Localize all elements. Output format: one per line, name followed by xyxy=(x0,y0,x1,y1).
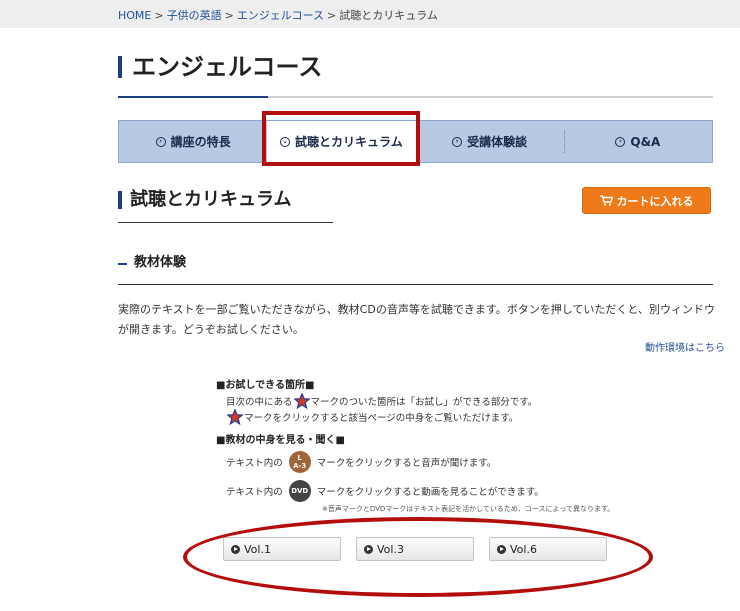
guide-heading-trial: ■お試しできる箇所■ xyxy=(216,380,315,391)
subsection-title: 教材体験 xyxy=(118,254,186,272)
audio-mark-letter: L xyxy=(297,454,302,462)
subsection-divider xyxy=(118,284,713,285)
dvd-mark-icon: DVD xyxy=(288,480,311,502)
guide-line-dvd: テキスト内の DVD マークをクリックすると動画を見ることができます。 xyxy=(226,480,544,502)
breadcrumb-separator: > xyxy=(224,9,234,22)
trial-star-icon xyxy=(227,409,243,425)
breadcrumb-angel-course-link[interactable]: エンジェルコース xyxy=(237,9,324,22)
add-to-cart-label: カートに入れる xyxy=(616,194,694,208)
page-title: エンジェルコース xyxy=(118,52,322,82)
tab-label: 受講体験談 xyxy=(467,135,528,149)
guide-text: マークをクリックすると音声が聞けます。 xyxy=(316,458,497,469)
guide-heading-contents: ■教材の中身を見る・聞く■ xyxy=(216,435,345,446)
tab-label: Q&A xyxy=(630,134,661,149)
guide-line-trial-mark: 目次の中にある マークのついた箇所は「お試し」ができる部分です。 xyxy=(226,393,537,409)
cart-icon xyxy=(599,195,613,206)
breadcrumb-separator: > xyxy=(154,9,164,22)
tab-testimonials[interactable]: › 受講体験談 xyxy=(416,121,564,162)
circle-arrow-right-icon: › xyxy=(452,136,463,147)
breadcrumb-home-link[interactable]: HOME xyxy=(118,9,151,22)
audio-mark-code: A-3 xyxy=(293,462,307,470)
tab-faq[interactable]: › Q&A xyxy=(563,121,712,162)
trial-star-icon xyxy=(293,393,310,409)
breadcrumb-current: 試聴とカリキュラム xyxy=(339,9,438,22)
guide-text: マークをクリックすると該当ページの中身をご覧いただけます。 xyxy=(244,413,519,424)
guide-text: マークをクリックすると動画を見ることができます。 xyxy=(316,487,544,498)
title-divider xyxy=(118,96,713,98)
breadcrumb: HOME > 子供の英語 > エンジェルコース > 試聴とカリキュラム xyxy=(118,7,438,23)
title-divider-accent xyxy=(118,96,268,98)
section-title: 試聴とカリキュラム xyxy=(118,186,291,214)
tab-label: 講座の特長 xyxy=(170,135,231,149)
volume-buttons-highlight-ellipse xyxy=(183,517,653,597)
subsection-header: 教材体験 xyxy=(118,254,713,286)
guide-text: マークのついた箇所は「お試し」ができる部分です。 xyxy=(310,397,538,408)
section-divider xyxy=(118,222,333,223)
guide-text: テキスト内の xyxy=(226,487,283,498)
guide-line-audio: テキスト内の L A-3 マークをクリックすると音声が聞けます。 xyxy=(226,451,496,473)
section-header: 試聴とカリキュラム xyxy=(118,186,333,226)
audio-mark-icon: L A-3 xyxy=(288,451,311,473)
guide-line-click-mark: マークをクリックすると該当ページの中身をご覧いただけます。 xyxy=(226,409,518,425)
tab-features[interactable]: › 講座の特長 xyxy=(119,121,267,162)
guide-text: 目次の中にある xyxy=(226,397,293,408)
circle-arrow-right-icon: › xyxy=(155,136,166,147)
circle-arrow-right-icon: › xyxy=(615,136,626,147)
breadcrumb-bar: HOME > 子供の英語 > エンジェルコース > 試聴とカリキュラム xyxy=(0,0,740,28)
trial-guide-image: ■お試しできる箇所■ 目次の中にある マークのついた箇所は「お試し」ができる部分… xyxy=(212,374,632,516)
active-tab-highlight-box xyxy=(262,111,420,166)
page-header: エンジェルコース xyxy=(118,52,713,98)
guide-note: ※音声マークとDVDマークはテキスト表記を活かしているため、コースによって異なり… xyxy=(322,505,615,513)
intro-text: 実際のテキストを一部ご覧いただきながら、教材CDの音声等を試聴できます。ボタンを… xyxy=(118,303,715,336)
breadcrumb-kids-english-link[interactable]: 子供の英語 xyxy=(167,9,222,22)
guide-text: テキスト内の xyxy=(226,458,283,469)
system-requirements-link[interactable]: 動作環境はこちら xyxy=(645,339,725,354)
add-to-cart-button[interactable]: カートに入れる xyxy=(582,187,711,214)
breadcrumb-separator: > xyxy=(327,9,337,22)
